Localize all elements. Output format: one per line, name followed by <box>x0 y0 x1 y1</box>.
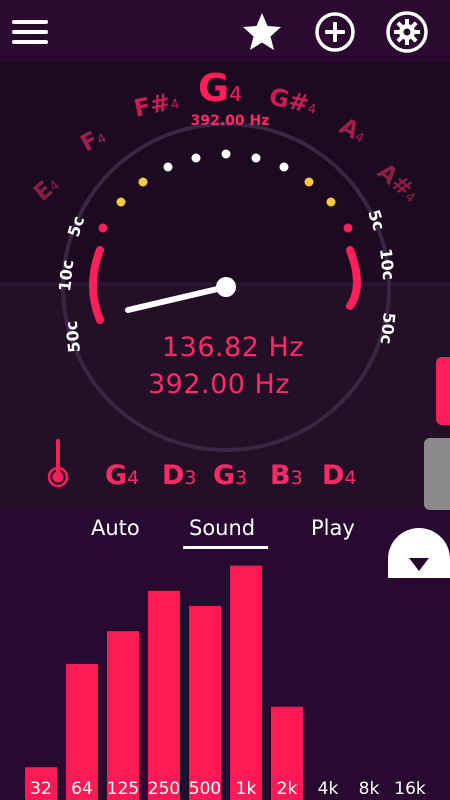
current-frequency: 136.82 Hz <box>161 332 305 363</box>
accuracy-dots <box>98 149 353 233</box>
spectrum-label-8k: 8k <box>359 779 380 799</box>
target-frequency: 392.00 Hz <box>147 369 291 400</box>
note-fsharp4: F#4 <box>131 86 181 123</box>
side-tab-handle[interactable] <box>436 357 450 425</box>
accuracy-dot <box>138 177 148 187</box>
accuracy-dot <box>163 162 173 172</box>
cents-left-5: 5c <box>64 214 88 239</box>
gear-icon[interactable] <box>385 10 429 54</box>
spectrum-label-64: 64 <box>71 779 93 799</box>
detected-note: G4 <box>198 66 242 110</box>
active-tab-indicator <box>183 546 268 549</box>
string-d3[interactable]: D3 <box>162 460 197 491</box>
spectrum-panel: 32 64 125 250 500 1k 2k 4k 8k 16k Auto Sound Play <box>0 510 450 800</box>
accuracy-dot <box>251 153 261 163</box>
cents-right-5: 5c <box>364 207 388 232</box>
menu-icon[interactable] <box>8 10 52 54</box>
accuracy-dot <box>98 223 108 233</box>
string-b3[interactable]: B3 <box>270 460 303 491</box>
string-g4[interactable]: G4 <box>105 460 139 491</box>
accuracy-dot <box>279 162 289 172</box>
tuner-panel: 5c 10c 50c 5c 10c 50c E4 F4 F#4 G#4 A4 A… <box>0 62 450 510</box>
spectrum-label-16k: 16k <box>394 779 426 799</box>
triangle-down-icon <box>405 548 433 576</box>
spectrum-label-2k: 2k <box>277 779 298 799</box>
tab-play[interactable]: Play <box>311 516 355 540</box>
note-asharp4: A#4 <box>372 159 423 208</box>
spectrum-bar-1k <box>230 565 262 800</box>
accuracy-dot <box>221 149 231 159</box>
spectrum-bar-125 <box>107 631 139 800</box>
tab-auto[interactable]: Auto <box>91 516 140 540</box>
tuner-needle <box>125 284 229 313</box>
spectrum-label-125: 125 <box>107 779 139 799</box>
accuracy-dot <box>326 197 336 207</box>
collapse-button[interactable] <box>388 528 450 578</box>
note-f4: F4 <box>77 123 110 157</box>
accuracy-dot <box>343 223 353 233</box>
spectrum-label-500: 500 <box>189 779 221 799</box>
sharp-indicator-arc <box>346 246 361 310</box>
accuracy-dot <box>191 153 201 163</box>
flat-indicator-arc <box>89 246 104 324</box>
cents-left-10: 10c <box>55 259 77 293</box>
needle-pivot <box>216 277 236 297</box>
accuracy-dot <box>304 177 314 187</box>
spectrum-label-1k: 1k <box>236 779 257 799</box>
spectrum-bar-500 <box>189 605 221 800</box>
tab-sound[interactable]: Sound <box>189 516 255 540</box>
accuracy-dot <box>116 197 126 207</box>
top-bar <box>0 0 450 62</box>
cents-right-10: 10c <box>376 247 398 281</box>
string-selector: G4 D3 G3 B3 D4 <box>0 460 450 500</box>
mode-tabs: Auto Sound Play <box>0 510 450 554</box>
note-a4: A4 <box>335 113 370 148</box>
plus-circle-icon[interactable] <box>313 10 357 54</box>
star-icon[interactable] <box>240 10 284 54</box>
note-e4: E4 <box>29 171 64 206</box>
string-g3[interactable]: G3 <box>213 460 247 491</box>
spectrum-label-4k: 4k <box>318 779 339 799</box>
spectrum-label-250: 250 <box>148 779 180 799</box>
string-d4[interactable]: D4 <box>322 460 357 491</box>
reference-frequency: 392.00 Hz <box>190 113 270 129</box>
spectrum-bar-250 <box>148 590 180 800</box>
side-tab-secondary[interactable] <box>424 438 450 510</box>
spectrum-label-32: 32 <box>30 779 52 799</box>
